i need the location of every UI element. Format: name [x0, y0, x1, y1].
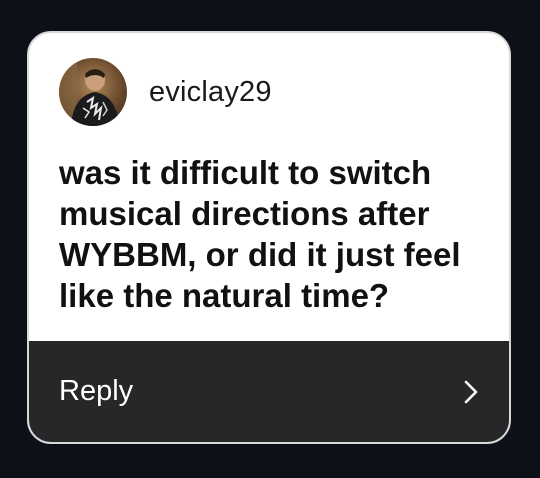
chevron-right-icon [463, 379, 479, 405]
question-card: eviclay29 was it difficult to switch mus… [27, 31, 511, 444]
avatar-photo-icon [59, 58, 127, 126]
question-text: was it difficult to switch musical direc… [59, 154, 461, 314]
reply-label: Reply [59, 375, 134, 407]
username[interactable]: eviclay29 [149, 76, 272, 109]
question-header: eviclay29 [59, 57, 272, 127]
reply-button[interactable]: Reply [29, 341, 509, 442]
user-avatar[interactable] [59, 58, 127, 126]
